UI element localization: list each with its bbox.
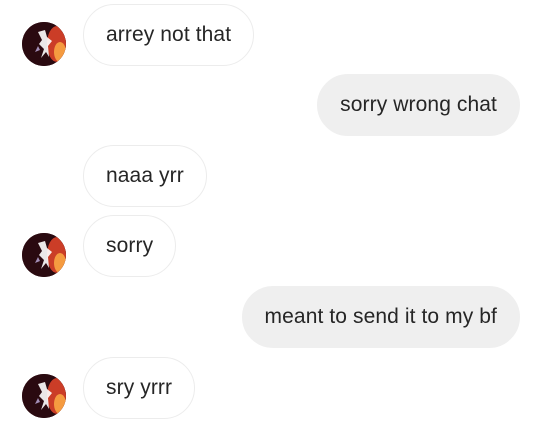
sender-avatar[interactable] bbox=[22, 233, 66, 277]
chat-thread: arrey not that sorry wrong chat naaa yrr… bbox=[0, 0, 540, 431]
message-bubble-outgoing[interactable]: meant to send it to my bf bbox=[241, 286, 520, 348]
avatar-photo-icon bbox=[22, 233, 66, 277]
message-text: meant to send it to my bf bbox=[264, 305, 497, 328]
message-bubble-incoming[interactable]: sry yrrr bbox=[83, 357, 196, 419]
message-bubble-outgoing[interactable]: sorry wrong chat bbox=[317, 74, 520, 136]
avatar-photo-icon bbox=[22, 374, 66, 418]
avatar-photo-icon bbox=[22, 22, 66, 66]
message-bubble-incoming[interactable]: naaa yrr bbox=[83, 145, 207, 207]
message-bubble-incoming[interactable]: arrey not that bbox=[83, 4, 255, 66]
message-text: sorry bbox=[106, 234, 154, 257]
message-bubble-incoming[interactable]: sorry bbox=[83, 215, 177, 277]
message-text: sry yrrr bbox=[106, 376, 173, 399]
sender-avatar[interactable] bbox=[22, 374, 66, 418]
sender-avatar[interactable] bbox=[22, 22, 66, 66]
message-text: sorry wrong chat bbox=[340, 93, 497, 116]
message-text: arrey not that bbox=[106, 23, 232, 46]
message-text: naaa yrr bbox=[106, 164, 184, 187]
